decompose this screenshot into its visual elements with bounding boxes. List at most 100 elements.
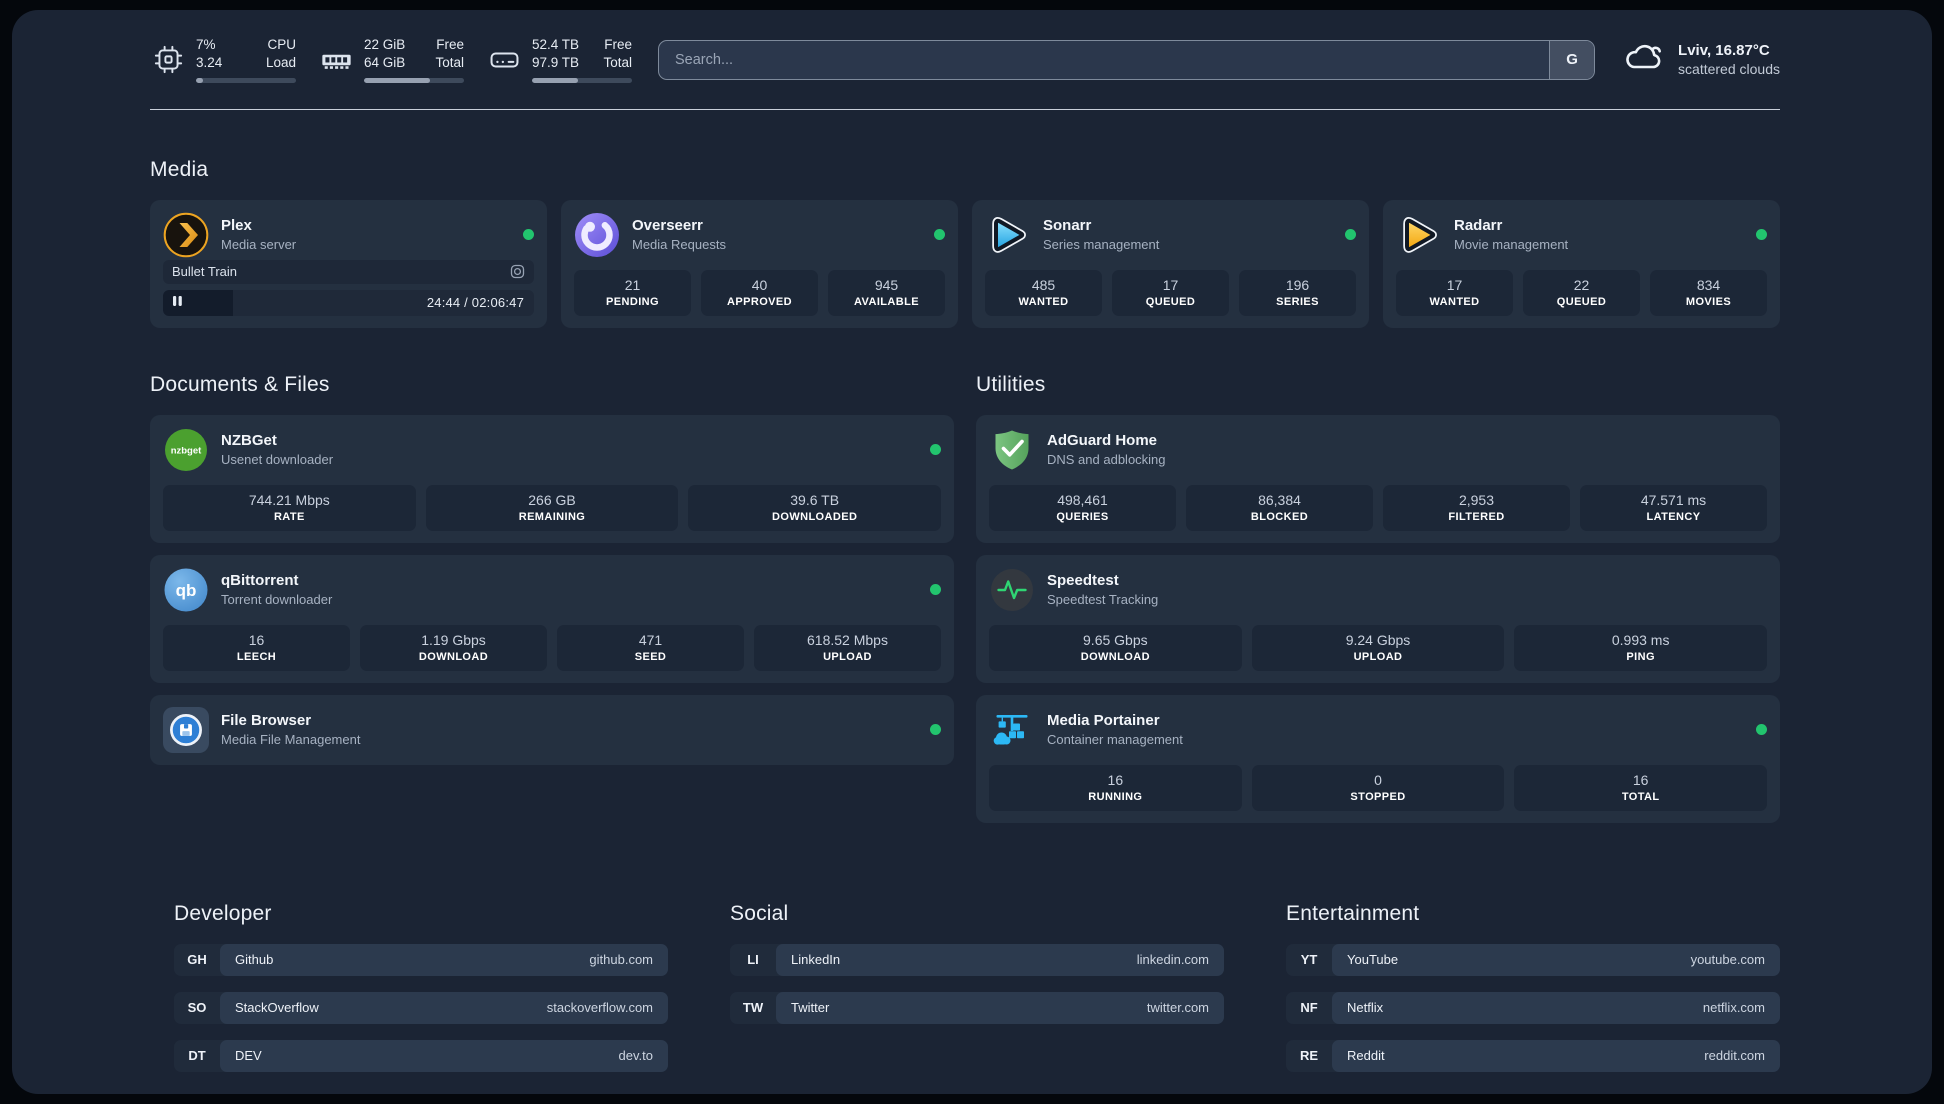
link-github[interactable]: GH Github github.com [174, 943, 668, 976]
link-netflix[interactable]: NF Netflix netflix.com [1286, 991, 1780, 1024]
memory-progress-bar [364, 78, 464, 84]
media-grid: Plex Media server Bullet Train 24:44 / 0… [150, 199, 1780, 328]
memory-free-value: 22 GiB [364, 37, 406, 52]
stat-blocked: 86,384 BLOCKED [1186, 484, 1373, 531]
links-column-social: Social LI LinkedIn linkedin.com TW Twitt… [730, 885, 1224, 1072]
link-url: netflix.com [1702, 1000, 1765, 1016]
memory-total-value: 64 GiB [364, 55, 406, 71]
pause-icon[interactable] [172, 294, 183, 312]
app-subtitle: Media server [221, 237, 297, 253]
storage-icon [486, 45, 522, 75]
link-stackoverflow[interactable]: SO StackOverflow stackoverflow.com [174, 991, 668, 1024]
qbittorrent-icon: qb [163, 567, 209, 613]
section-title-developer: Developer [174, 902, 272, 926]
cpu-label: CPU [267, 37, 296, 52]
stat-remaining: 266 GB REMAINING [425, 484, 679, 531]
storage-progress-bar [532, 78, 632, 84]
app-name: File Browser [221, 712, 312, 730]
stat-movies: 834 MOVIES [1650, 269, 1767, 316]
search-input[interactable] [659, 40, 1550, 79]
radarr-icon [1396, 212, 1442, 258]
section-title-documents: Documents & Files [150, 373, 330, 397]
status-dot-online [1756, 724, 1767, 736]
stat-downloaded: 39.6 TB DOWNLOADED [688, 484, 941, 531]
now-playing-title: Bullet Train [172, 264, 238, 280]
app-card-filebrowser[interactable]: File Browser Media File Management [150, 694, 954, 765]
storage-total-value: 97.9 TB [532, 55, 580, 71]
search-provider-button[interactable]: G [1549, 40, 1595, 79]
link-youtube[interactable]: YT YouTube youtube.com [1286, 943, 1780, 976]
svg-text:nzbget: nzbget [171, 445, 202, 456]
app-card-speedtest[interactable]: Speedtest Speedtest Tracking 9.65 Gbps D… [976, 554, 1780, 683]
link-abbr: YT [1300, 952, 1318, 968]
link-abbr: LI [747, 952, 759, 968]
stat-total: 16 TOTAL [1514, 764, 1767, 811]
link-url: stackoverflow.com [546, 1000, 653, 1016]
status-dot-online [1345, 229, 1356, 241]
dashboard: 7% 3.24 CPU Load 22 GiB 64 GiB Free Tota… [12, 10, 1932, 1094]
overseerr-icon [574, 212, 620, 258]
status-dot-online [934, 229, 945, 241]
top-bar: 7% 3.24 CPU Load 22 GiB 64 GiB Free Tota… [150, 36, 1780, 84]
app-name: Speedtest [1047, 572, 1119, 590]
link-name: Netflix [1347, 1000, 1384, 1016]
app-card-qbittorrent[interactable]: qb qBittorrent Torrent downloader 16 LEE… [150, 554, 954, 683]
link-dev[interactable]: DT DEV dev.to [174, 1039, 668, 1072]
stat-filtered: 2,953 FILTERED [1383, 484, 1570, 531]
app-card-portainer[interactable]: Media Portainer Container management 16 … [976, 694, 1780, 823]
weather-condition: scattered clouds [1678, 61, 1780, 78]
nzbget-icon: nzbget [163, 427, 209, 473]
memory-icon [318, 45, 354, 75]
status-dot-online [930, 724, 941, 736]
status-dot-online [523, 229, 534, 241]
storage-stat: 52.4 TB 97.9 TB Free Total [486, 36, 632, 84]
stat-leech: 16 LEECH [163, 624, 350, 671]
link-abbr: TW [742, 1000, 764, 1016]
stat-stopped: 0 STOPPED [1251, 764, 1505, 811]
app-name: AdGuard Home [1047, 432, 1158, 450]
app-card-sonarr[interactable]: Sonarr Series management 485 WANTED 17 Q… [972, 199, 1369, 328]
link-abbr: GH [187, 952, 207, 968]
app-card-overseerr[interactable]: Overseerr Media Requests 21 PENDING 40 A… [561, 199, 958, 328]
app-card-plex[interactable]: Plex Media server Bullet Train 24:44 / 0… [150, 199, 547, 328]
cpu-progress-fill [196, 78, 203, 84]
link-url: github.com [589, 952, 653, 968]
memory-total-label: Total [435, 55, 464, 71]
storage-free-value: 52.4 TB [532, 37, 580, 52]
stat-upload: 618.52 Mbps UPLOAD [754, 624, 941, 671]
app-card-radarr[interactable]: Radarr Movie management 17 WANTED 22 QUE… [1383, 199, 1780, 328]
app-subtitle: Media File Management [221, 732, 361, 748]
session-icon[interactable] [510, 264, 525, 279]
stat-wanted: 485 WANTED [985, 269, 1102, 316]
stat-ping: 0.993 ms PING [1514, 624, 1767, 671]
link-reddit[interactable]: RE Reddit reddit.com [1286, 1039, 1780, 1072]
status-dot-online [930, 444, 941, 456]
cpu-load-value: 3.24 [196, 55, 223, 71]
app-subtitle: Container management [1047, 732, 1183, 748]
link-url: youtube.com [1690, 952, 1765, 968]
link-linkedin[interactable]: LI LinkedIn linkedin.com [730, 943, 1224, 976]
stat-series: 196 SERIES [1239, 269, 1356, 316]
stat-latency: 47.571 ms LATENCY [1580, 484, 1767, 531]
app-name: Media Portainer [1047, 712, 1160, 730]
app-subtitle: Movie management [1454, 237, 1569, 253]
storage-total-label: Total [603, 55, 632, 71]
system-stats: 7% 3.24 CPU Load 22 GiB 64 GiB Free Tota… [150, 36, 632, 84]
cpu-progress-bar [196, 78, 296, 84]
link-abbr: NF [1300, 1000, 1318, 1016]
playback-progress-fill [163, 289, 234, 316]
playback-time: 24:44 / 02:06:47 [426, 295, 524, 311]
stat-queries: 498,461 QUERIES [989, 484, 1176, 531]
status-dot-online [930, 584, 941, 596]
link-name: StackOverflow [235, 1000, 319, 1016]
app-card-adguard[interactable]: AdGuard Home DNS and adblocking 498,461 … [976, 414, 1780, 543]
app-subtitle: Usenet downloader [221, 452, 334, 468]
link-twitter[interactable]: TW Twitter twitter.com [730, 991, 1224, 1024]
link-name: DEV [235, 1048, 262, 1064]
link-name: Github [235, 952, 274, 968]
app-card-nzbget[interactable]: nzbget NZBGet Usenet downloader 744.21 M… [150, 414, 954, 543]
storage-progress-fill [532, 78, 578, 84]
app-name: NZBGet [221, 432, 277, 450]
filebrowser-icon [163, 706, 209, 753]
search-bar: G [658, 39, 1596, 80]
